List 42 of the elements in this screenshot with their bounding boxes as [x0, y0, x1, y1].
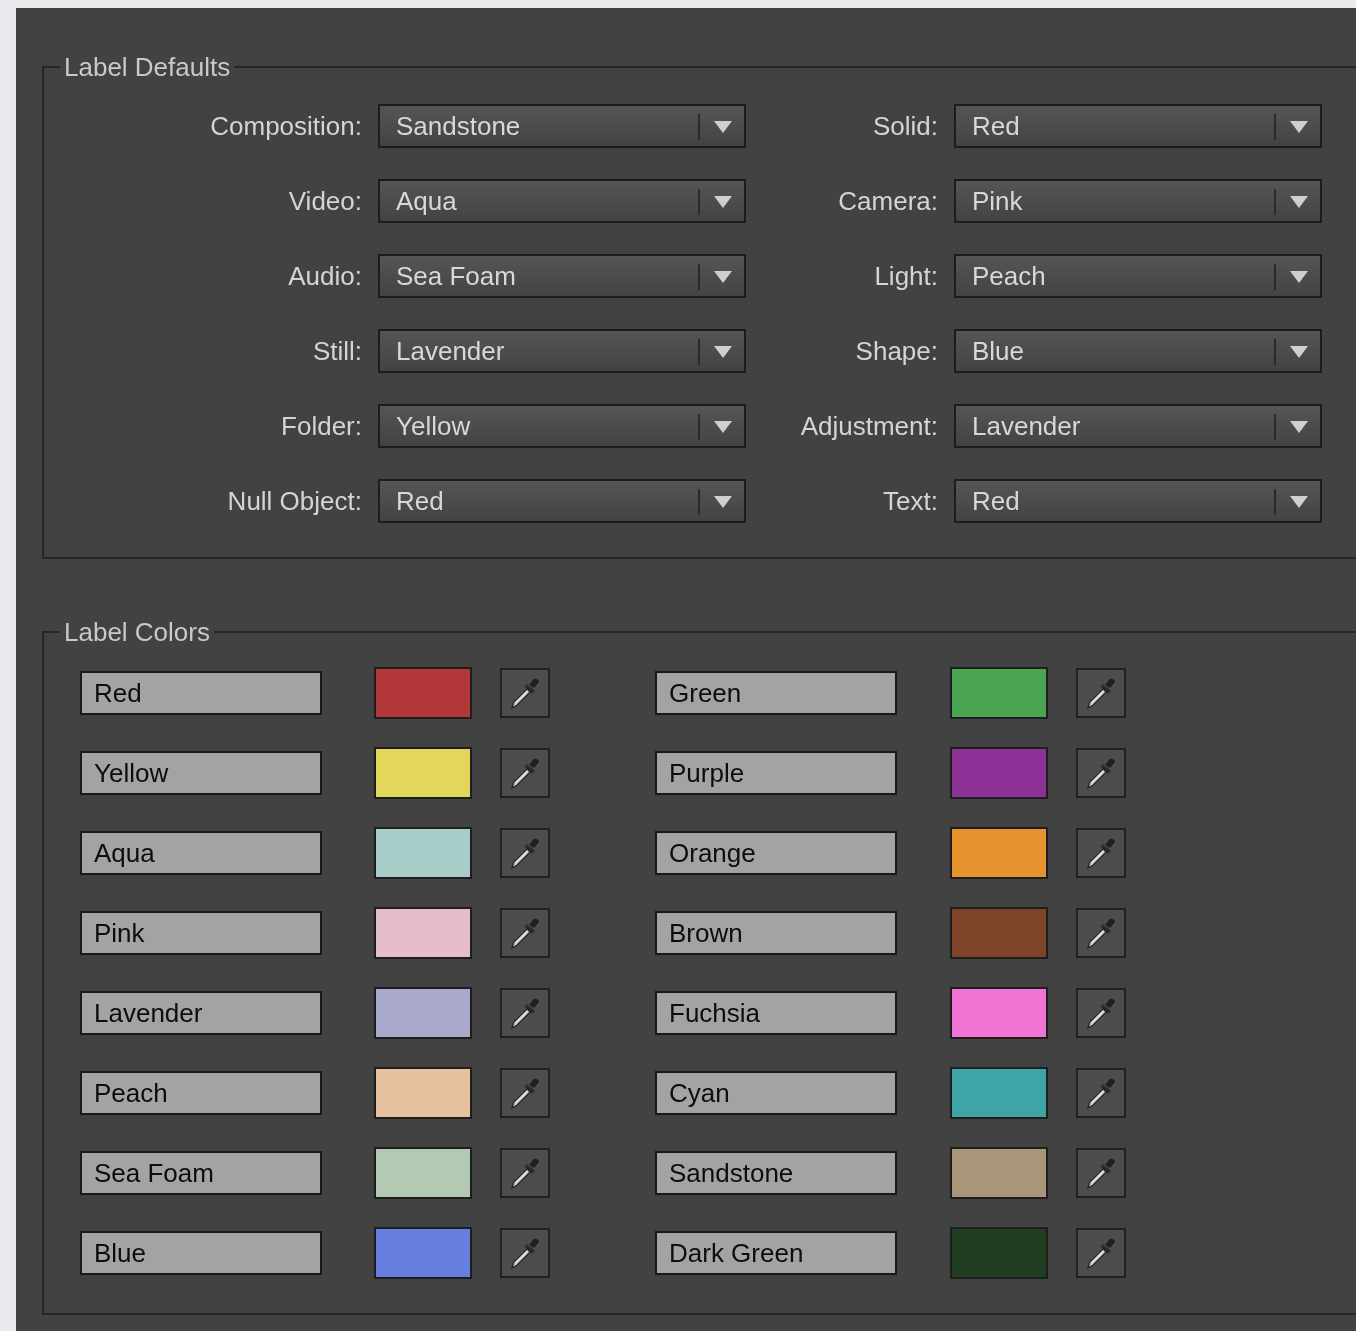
- label-name-field[interactable]: Purple: [655, 751, 897, 795]
- dropdown[interactable]: Yellow: [378, 404, 746, 448]
- dropdown[interactable]: Sandstone: [378, 104, 746, 148]
- field-label: Text:: [882, 484, 938, 518]
- dropdown[interactable]: Pink: [954, 179, 1322, 223]
- label-name-field[interactable]: Aqua: [80, 831, 322, 875]
- field-label: Audio:: [287, 259, 362, 293]
- label-name-field[interactable]: Sea Foam: [80, 1151, 322, 1195]
- field-label: Light:: [873, 259, 938, 293]
- label-name-field[interactable]: Orange: [655, 831, 897, 875]
- label-name-field[interactable]: Blue: [80, 1231, 322, 1275]
- label-name-field[interactable]: Fuchsia: [655, 991, 897, 1035]
- field-label: Video:: [287, 184, 362, 218]
- label-name-field[interactable]: Red: [80, 671, 322, 715]
- dropdown[interactable]: Sea Foam: [378, 254, 746, 298]
- dropdown[interactable]: Peach: [954, 254, 1322, 298]
- dropdown[interactable]: Aqua: [378, 179, 746, 223]
- label-name-field[interactable]: Brown: [655, 911, 897, 955]
- field-label: Still:: [311, 334, 362, 368]
- label-name-field[interactable]: Dark Green: [655, 1231, 897, 1275]
- label-name-field[interactable]: Cyan: [655, 1071, 897, 1115]
- field-label: Composition:: [209, 109, 362, 143]
- dropdown[interactable]: Blue: [954, 329, 1322, 373]
- dropdown[interactable]: Lavender: [378, 329, 746, 373]
- dropdown[interactable]: Red: [954, 479, 1322, 523]
- field-label: Folder:: [280, 409, 362, 443]
- dropdown[interactable]: Red: [378, 479, 746, 523]
- label-name-field[interactable]: Peach: [80, 1071, 322, 1115]
- label-name-field[interactable]: Yellow: [80, 751, 322, 795]
- label-name-field[interactable]: Green: [655, 671, 897, 715]
- field-label: Adjustment:: [799, 409, 938, 443]
- label-name-field[interactable]: Lavender: [80, 991, 322, 1035]
- group-title: Label Defaults: [63, 52, 232, 82]
- label-name-field[interactable]: Sandstone: [655, 1151, 897, 1195]
- dropdown[interactable]: Red: [954, 104, 1322, 148]
- field-label: Solid:: [871, 109, 938, 143]
- field-label: Camera:: [837, 184, 938, 218]
- dropdown[interactable]: Lavender: [954, 404, 1322, 448]
- field-label: Shape:: [854, 334, 938, 368]
- field-label: Null Object:: [226, 484, 362, 518]
- label-name-field[interactable]: Pink: [80, 911, 322, 955]
- group-title: Label Colors: [63, 617, 211, 647]
